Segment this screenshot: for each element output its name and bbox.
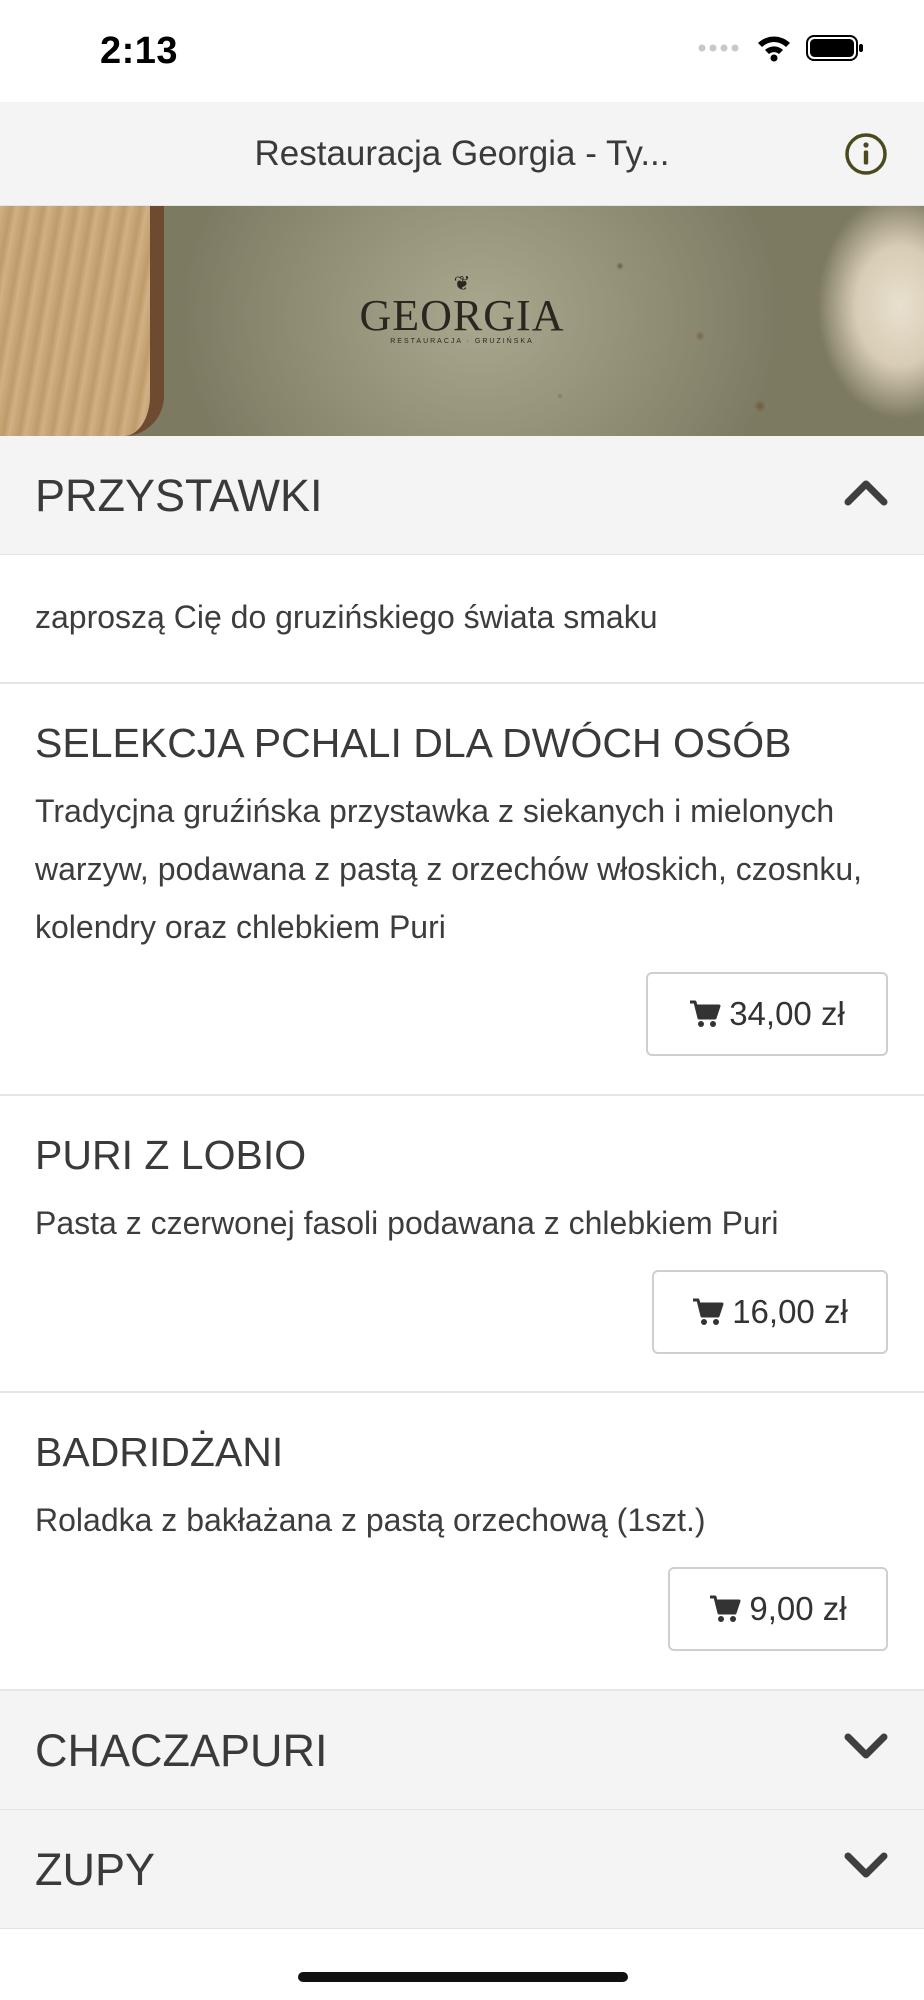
wifi-icon <box>758 36 790 62</box>
price-label: 16,00 zł <box>732 1293 848 1330</box>
status-time: 2:13 <box>100 30 179 72</box>
nav-bar: Restauracja Georgia - Ty... <box>0 102 924 206</box>
chevron-up-icon <box>844 480 888 506</box>
menu-item: PURI Z LOBIO Pasta z czerwonej fasoli po… <box>0 1096 924 1393</box>
chevron-down-icon <box>844 1852 888 1878</box>
section-header-soups[interactable]: ZUPY <box>0 1810 924 1929</box>
menu-item-name: PURI Z LOBIO <box>35 1132 307 1178</box>
restaurant-banner: ❦ GEORGIA RESTAURACJA · GRUZIŃSKA <box>0 206 924 436</box>
logo-subtitle: RESTAURACJA · GRUZIŃSKA <box>390 338 534 345</box>
menu-item-description: Roladka z bakłażana z pastą orzechową (1… <box>35 1502 706 1538</box>
add-to-cart-button[interactable]: 34,00 zł <box>646 972 888 1056</box>
section-intro-text: zaproszą Cię do gruzińskiego świata smak… <box>35 599 658 635</box>
menu-item-description: Tradycjna gruźińska przystawka z siekany… <box>35 793 863 945</box>
status-bar: 2:13 <box>0 0 924 102</box>
info-icon[interactable] <box>844 132 888 176</box>
logo-text: GEORGIA <box>359 291 565 340</box>
section-title: PRZYSTAWKI <box>35 470 323 521</box>
cart-icon <box>690 1000 721 1027</box>
restaurant-logo: ❦ GEORGIA RESTAURACJA · GRUZIŃSKA <box>0 274 924 345</box>
section-title: CHACZAPURI <box>35 1725 328 1776</box>
battery-icon <box>806 35 863 61</box>
cart-icon <box>710 1595 741 1622</box>
add-to-cart-button[interactable]: 16,00 zł <box>652 1270 888 1354</box>
price-label: 34,00 zł <box>729 995 845 1032</box>
home-indicator[interactable] <box>298 1972 628 1982</box>
menu-item-description: Pasta z czerwonej fasoli podawana z chle… <box>35 1205 779 1241</box>
menu-item-name: BADRIDŻANI <box>35 1429 284 1475</box>
page-title: Restauracja Georgia - Ty... <box>254 134 670 173</box>
section-header-starters[interactable]: PRZYSTAWKI <box>0 436 924 555</box>
menu-item-name: SELEKCJA PCHALI DLA DWÓCH OSÓB <box>35 720 792 766</box>
status-icons <box>698 34 864 62</box>
section-intro: zaproszą Cię do gruzińskiego świata smak… <box>0 555 924 684</box>
section-title: ZUPY <box>35 1844 156 1895</box>
cart-icon <box>693 1298 724 1325</box>
add-to-cart-button[interactable]: 9,00 zł <box>668 1567 888 1651</box>
price-label: 9,00 zł <box>749 1590 847 1627</box>
menu-item: BADRIDŻANI Roladka z bakłażana z pastą o… <box>0 1393 924 1691</box>
menu-item: SELEKCJA PCHALI DLA DWÓCH OSÓB Tradycjna… <box>0 684 924 1096</box>
section-header-khachapuri[interactable]: CHACZAPURI <box>0 1691 924 1810</box>
signal-icon <box>698 44 739 52</box>
chevron-down-icon <box>844 1733 888 1759</box>
